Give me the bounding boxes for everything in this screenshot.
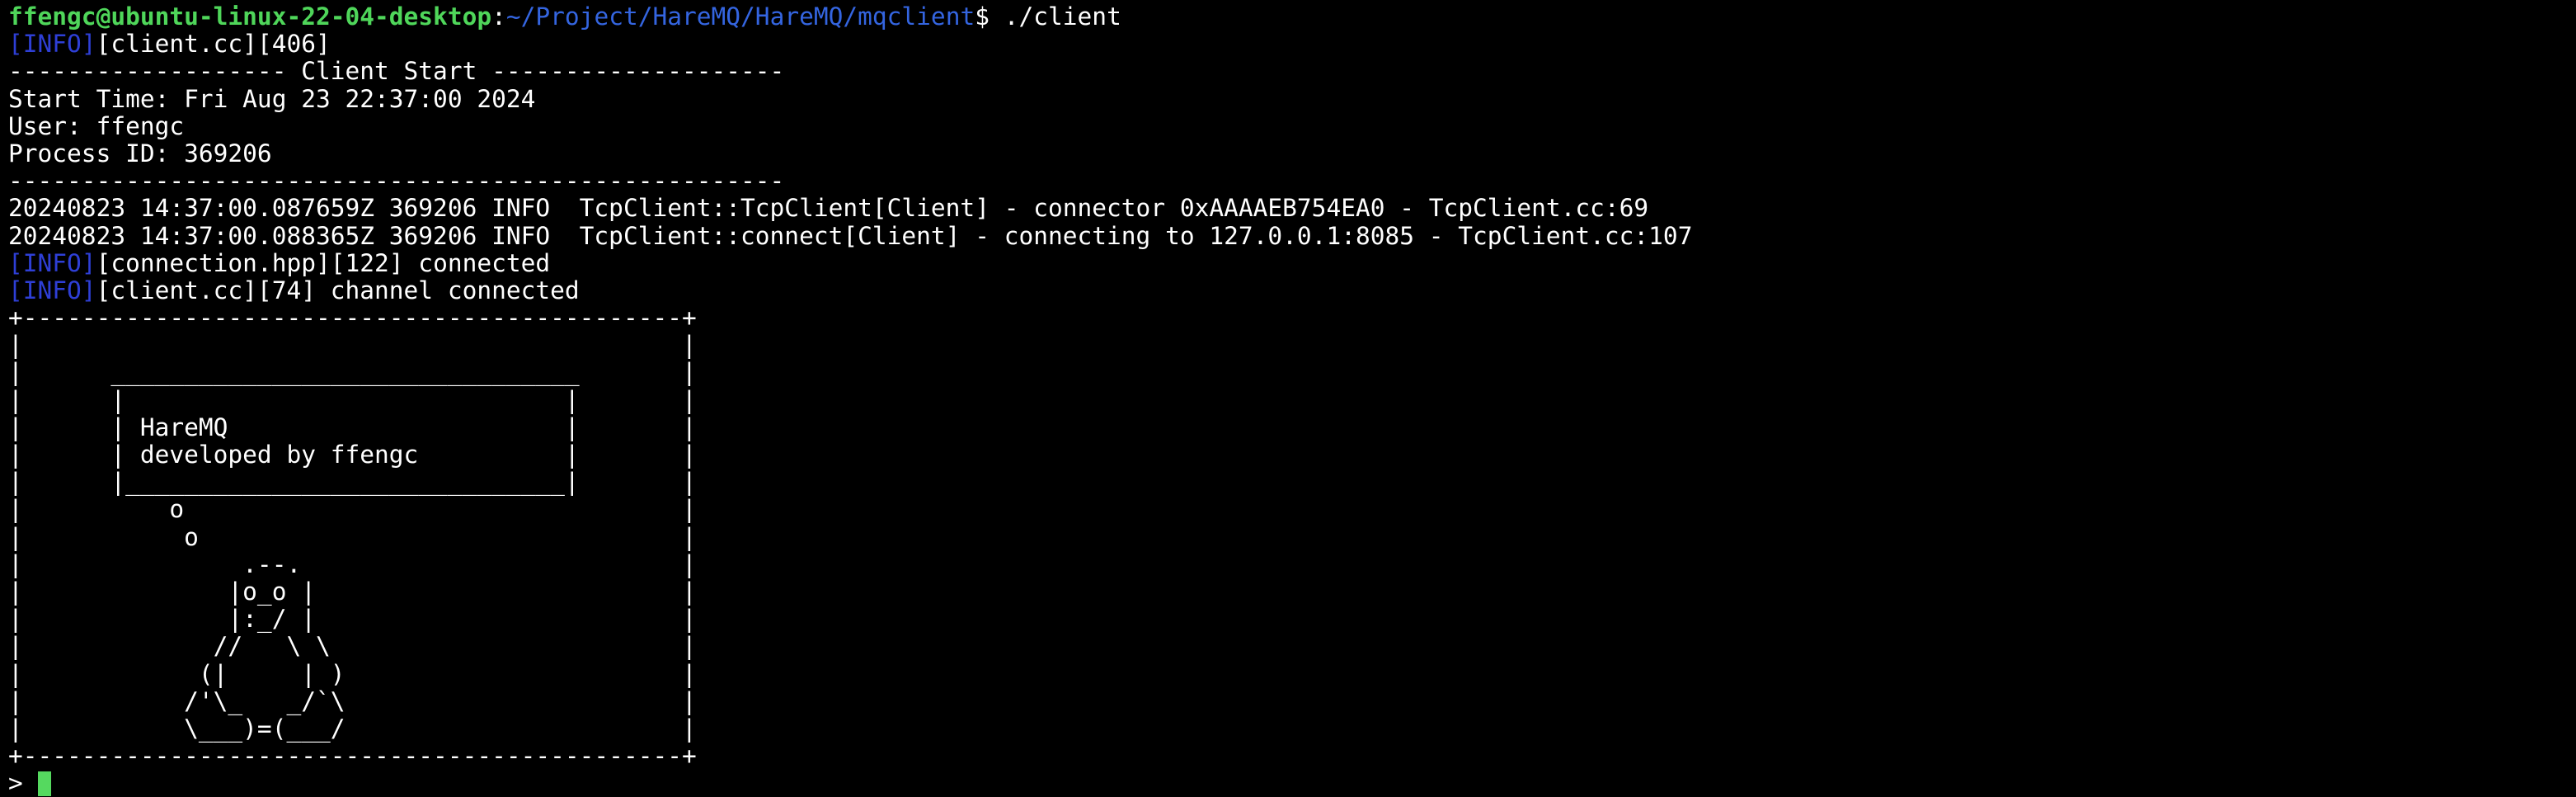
banner-line: | | HareMQ | |	[8, 413, 697, 441]
banner-line: | \___)=(___/ |	[8, 714, 697, 743]
prompt-colon: :	[491, 3, 506, 31]
shell-prompt-line: ffengc@ubuntu-linux-22-04-desktop:~/Proj…	[8, 3, 2568, 31]
banner-line: | /'\_ _/`\ |	[8, 687, 697, 715]
ascii-banner: +---------------------------------------…	[8, 304, 2568, 770]
client-start-footer: ----------------------------------------…	[8, 167, 785, 196]
banner-line: | o |	[8, 523, 697, 551]
log-text: [client.cc][74] channel connected	[96, 276, 580, 304]
banner-line: +---------------------------------------…	[8, 743, 697, 771]
info-tag: [INFO]	[8, 249, 96, 277]
user-line: User: ffengc	[8, 112, 185, 140]
log-text: [connection.hpp][122] connected	[96, 249, 551, 277]
process-id-line: Process ID: 369206	[8, 139, 272, 167]
banner-line: | ________________________________ |	[8, 359, 697, 387]
prompt-user-host: ffengc@ubuntu-linux-22-04-desktop	[8, 3, 492, 31]
banner-line: | .--. |	[8, 550, 697, 578]
log-line-connection: [INFO][connection.hpp][122] connected	[8, 250, 2568, 277]
log-line-channel: [INFO][client.cc][74] channel connected	[8, 277, 2568, 304]
tcpclient-connect-log-line: 20240823 14:37:00.088365Z 369206 INFO Tc…	[8, 222, 1693, 250]
banner-line: | |o_o | |	[8, 578, 697, 606]
input-prompt-char: >	[8, 770, 38, 797]
banner-line: | | developed by ffengc | |	[8, 441, 697, 469]
banner-line: | |	[8, 332, 697, 360]
banner-line: +---------------------------------------…	[8, 304, 697, 332]
info-tag: [INFO]	[8, 276, 96, 304]
log-text: [client.cc][406]	[96, 31, 331, 59]
banner-line: | (| | ) |	[8, 660, 697, 688]
client-start-header: ------------------- Client Start -------…	[8, 58, 785, 86]
input-line[interactable]: >	[8, 770, 2568, 797]
log-line-client-start-tag: [INFO][client.cc][406]	[8, 31, 2568, 58]
tcpclient-log-line: 20240823 14:37:00.087659Z 369206 INFO Tc…	[8, 195, 1649, 223]
start-time-line: Start Time: Fri Aug 23 22:37:00 2024	[8, 85, 536, 113]
banner-line: | |:_/ | |	[8, 606, 697, 634]
banner-line: | |______________________________| |	[8, 469, 697, 497]
info-tag: [INFO]	[8, 31, 96, 59]
banner-line: | o |	[8, 496, 697, 524]
prompt-path: ~/Project/HareMQ/HareMQ/mqclient	[505, 3, 975, 31]
text-cursor	[37, 771, 51, 797]
banner-line: | // \ \ |	[8, 633, 697, 661]
prompt-command: ./client	[989, 3, 1121, 31]
terminal-window[interactable]: ffengc@ubuntu-linux-22-04-desktop:~/Proj…	[0, 0, 2576, 797]
prompt-symbol: $	[975, 3, 990, 31]
banner-line: | | | |	[8, 386, 697, 414]
